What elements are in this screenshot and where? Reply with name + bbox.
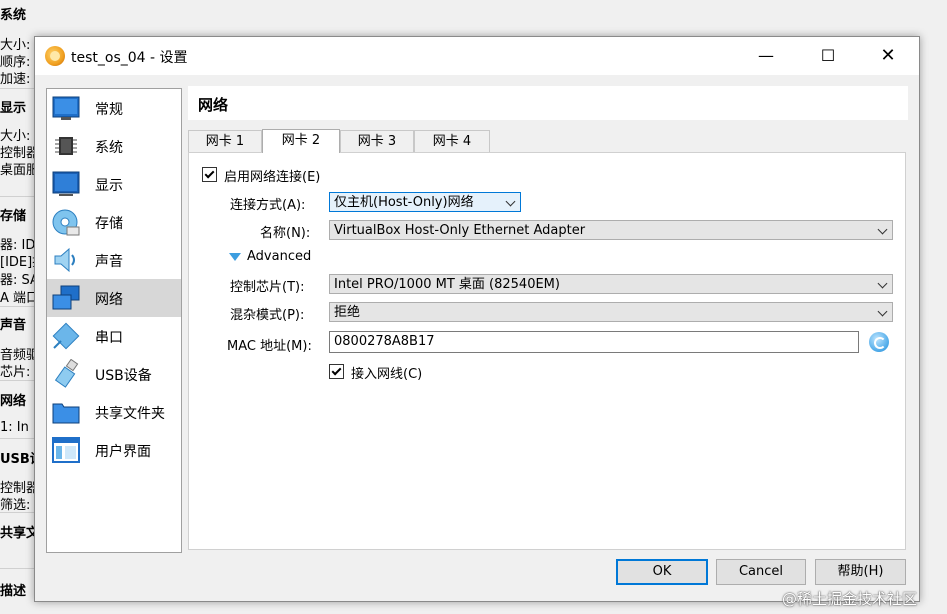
sidebar-item-audio[interactable]: 声音 <box>47 241 181 279</box>
background-divider <box>0 438 36 439</box>
title-bar[interactable]: test_os_04 - 设置 — ☐ ✕ <box>35 37 919 75</box>
tab-adapter-4[interactable]: 网卡 4 <box>414 130 490 152</box>
background-text-line: 显示 <box>0 101 27 116</box>
background-text-line: 器: SA <box>0 273 36 288</box>
adapter-settings-panel: 启用网络连接(E) 连接方式(A): 仅主机(Host-Only)网络 名称(N… <box>188 152 906 550</box>
promiscuous-mode-value: 拒绝 <box>334 305 361 320</box>
sidebar-item-label: 声音 <box>95 254 123 270</box>
sidebar-item-label: 存储 <box>95 216 123 232</box>
background-window: 系统大小:顺序:加速:显示大小:控制器桌面服存储器: ID[IDE]控器: SA… <box>0 0 36 614</box>
advanced-toggle[interactable]: Advanced <box>247 249 311 264</box>
background-divider <box>0 196 36 197</box>
sidebar-item-general[interactable]: 常规 <box>47 89 181 127</box>
sidebar-item-label: 常规 <box>95 102 123 118</box>
adapter-type-label: 控制芯片(T): <box>230 280 305 295</box>
background-text-line: USB设 <box>0 452 36 467</box>
sidebar-item-usb[interactable]: USB设备 <box>47 355 181 393</box>
settings-category-list: 常规 系统 显示 存储 声音 网络 串口 USB设备 共享文件夹 用户界面 <box>46 88 182 553</box>
settings-dialog: test_os_04 - 设置 — ☐ ✕ 常规 系统 显示 存储 声音 网络 … <box>34 36 920 602</box>
sidebar-item-label: 共享文件夹 <box>95 406 165 422</box>
name-label: 名称(N): <box>260 226 311 241</box>
background-text-line: 桌面服 <box>0 163 36 178</box>
watermark-text: @稀土掘金技术社区 <box>782 590 918 608</box>
sidebar-item-label: USB设备 <box>95 368 152 384</box>
page-header: 网络 <box>188 86 908 120</box>
promiscuous-mode-label: 混杂模式(P): <box>230 308 305 323</box>
tab-adapter-2[interactable]: 网卡 2 <box>262 129 340 153</box>
background-divider <box>0 568 36 569</box>
ok-button[interactable]: OK <box>616 559 708 585</box>
page-title: 网络 <box>198 96 229 114</box>
background-text-line: A 端口 <box>0 291 36 306</box>
storage-icon <box>52 209 80 236</box>
background-divider <box>0 88 36 89</box>
attached-to-select[interactable]: 仅主机(Host-Only)网络 <box>329 192 521 212</box>
user-interface-icon <box>52 437 80 463</box>
usb-icon <box>54 359 79 388</box>
serial-port-icon <box>52 322 80 350</box>
tab-adapter-1[interactable]: 网卡 1 <box>188 130 262 152</box>
sidebar-item-label: 网络 <box>95 292 123 308</box>
background-divider <box>0 306 36 307</box>
sidebar-item-user-interface[interactable]: 用户界面 <box>47 431 181 469</box>
system-icon <box>55 137 77 155</box>
sidebar-item-storage[interactable]: 存储 <box>47 203 181 241</box>
sidebar-item-display[interactable]: 显示 <box>47 165 181 203</box>
help-button[interactable]: 帮助(H) <box>815 559 906 585</box>
cable-connected-checkbox[interactable] <box>329 364 344 379</box>
background-text-line: 共享文 <box>0 526 36 541</box>
sidebar-item-label: 显示 <box>95 178 123 194</box>
cable-connected-label: 接入网线(C) <box>351 367 423 382</box>
network-icon <box>52 285 80 310</box>
background-text-line: 声音 <box>0 318 27 333</box>
background-text-line: 系统 <box>0 8 27 23</box>
enable-adapter-label: 启用网络连接(E) <box>224 170 321 185</box>
sidebar-item-label: 串口 <box>95 330 123 346</box>
shared-folder-icon <box>52 403 80 424</box>
chevron-down-icon <box>505 196 516 207</box>
mac-address-input[interactable]: 0800278A8B17 <box>329 331 859 353</box>
minimize-button[interactable]: — <box>743 37 789 75</box>
adapter-name-select[interactable]: VirtualBox Host-Only Ethernet Adapter <box>329 220 893 240</box>
close-button[interactable]: ✕ <box>865 37 911 75</box>
mac-address-label: MAC 地址(M): <box>227 339 312 354</box>
virtualbox-app-icon <box>45 46 65 66</box>
adapter-name-value: VirtualBox Host-Only Ethernet Adapter <box>334 223 586 238</box>
display-icon <box>52 171 80 196</box>
chevron-down-icon <box>877 278 888 289</box>
background-divider <box>0 512 36 513</box>
sidebar-item-label: 系统 <box>95 140 123 156</box>
adapter-type-value: Intel PRO/1000 MT 桌面 (82540EM) <box>334 277 560 292</box>
sidebar-item-serial-port[interactable]: 串口 <box>47 317 181 355</box>
background-divider <box>0 380 36 381</box>
enable-adapter-checkbox[interactable] <box>202 167 217 182</box>
window-title: test_os_04 - 设置 <box>71 50 188 66</box>
sidebar-item-shared-folders[interactable]: 共享文件夹 <box>47 393 181 431</box>
sidebar-item-label: 用户界面 <box>95 444 151 460</box>
background-text-line: [IDE]控 <box>0 255 36 270</box>
tab-adapter-3[interactable]: 网卡 3 <box>340 130 414 152</box>
audio-icon <box>54 247 75 273</box>
refresh-mac-icon[interactable] <box>869 332 889 352</box>
adapter-type-select[interactable]: Intel PRO/1000 MT 桌面 (82540EM) <box>329 274 893 294</box>
sidebar-item-network[interactable]: 网络 <box>47 279 181 317</box>
general-icon <box>52 96 80 120</box>
chevron-down-icon <box>877 306 888 317</box>
background-text-line: 筛选: <box>0 498 31 513</box>
advanced-expand-icon[interactable] <box>229 253 241 261</box>
background-text-line: 描述 <box>0 584 27 599</box>
background-text-line: 加速: <box>0 72 31 87</box>
background-text-line: 1: In <box>0 420 29 435</box>
cancel-button[interactable]: Cancel <box>716 559 806 585</box>
chevron-down-icon <box>877 224 888 235</box>
sidebar-item-system[interactable]: 系统 <box>47 127 181 165</box>
attached-to-label: 连接方式(A): <box>230 198 306 213</box>
background-text-line: 芯片: <box>0 365 31 380</box>
background-text-line: 存储 <box>0 209 27 224</box>
background-text-line: 网络 <box>0 394 27 409</box>
promiscuous-mode-select[interactable]: 拒绝 <box>329 302 893 322</box>
maximize-button[interactable]: ☐ <box>805 37 851 75</box>
attached-to-value: 仅主机(Host-Only)网络 <box>334 195 474 210</box>
